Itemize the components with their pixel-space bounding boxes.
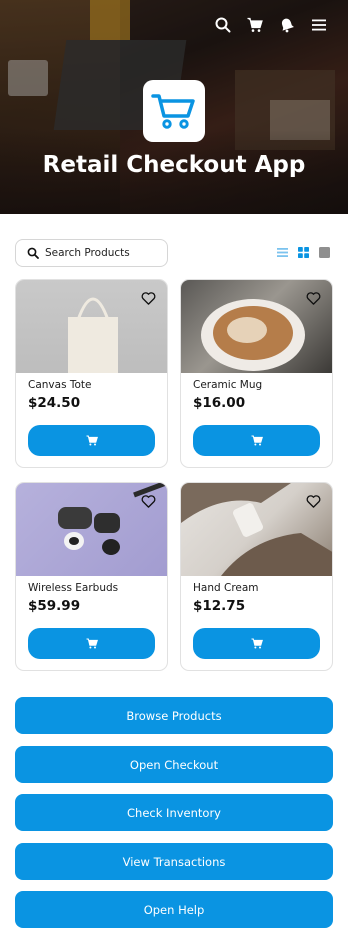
cart-icon xyxy=(251,435,263,446)
favorite-heart-icon[interactable] xyxy=(306,291,321,306)
cart-icon xyxy=(251,638,263,649)
menu-icon[interactable] xyxy=(310,14,328,36)
product-price: $12.75 xyxy=(193,598,246,614)
add-to-cart-button[interactable] xyxy=(28,628,155,659)
browse-products-button[interactable]: Browse Products xyxy=(15,697,333,734)
add-to-cart-button[interactable] xyxy=(193,628,320,659)
open-checkout-button[interactable]: Open Checkout xyxy=(15,746,333,783)
product-card[interactable]: Ceramic Mug $16.00 xyxy=(180,279,333,468)
single-view-icon[interactable] xyxy=(319,247,330,258)
hero-banner: Retail Checkout App xyxy=(0,0,348,214)
add-to-cart-button[interactable] xyxy=(193,425,320,456)
app-title: Retail Checkout App xyxy=(42,152,306,178)
app-logo xyxy=(143,80,205,142)
product-card[interactable]: Hand Cream $12.75 xyxy=(180,482,333,671)
cart-icon xyxy=(86,638,98,649)
add-to-cart-button[interactable] xyxy=(28,425,155,456)
search-icon[interactable] xyxy=(214,14,232,36)
favorite-heart-icon[interactable] xyxy=(141,291,156,306)
search-input[interactable] xyxy=(45,247,165,259)
cart-icon[interactable] xyxy=(246,14,264,36)
product-price: $24.50 xyxy=(28,395,81,411)
product-price: $16.00 xyxy=(193,395,246,411)
cart-logo-icon xyxy=(151,94,195,129)
search-box[interactable] xyxy=(15,239,168,267)
product-name: Canvas Tote xyxy=(28,379,92,391)
favorite-heart-icon[interactable] xyxy=(141,494,156,509)
list-view-icon[interactable] xyxy=(277,247,288,258)
notification-bell-icon[interactable] xyxy=(278,14,296,36)
product-card[interactable]: Canvas Tote $24.50 xyxy=(15,279,168,468)
top-toolbar xyxy=(214,14,328,36)
product-name: Wireless Earbuds xyxy=(28,582,119,594)
favorite-heart-icon[interactable] xyxy=(306,494,321,509)
search-icon xyxy=(27,247,39,259)
product-card[interactable]: Wireless Earbuds $59.99 xyxy=(15,482,168,671)
grid-view-icon[interactable] xyxy=(298,247,309,258)
open-help-button[interactable]: Open Help xyxy=(15,891,333,928)
product-name: Ceramic Mug xyxy=(193,379,263,391)
check-inventory-button[interactable]: Check Inventory xyxy=(15,794,333,831)
view-transactions-button[interactable]: View Transactions xyxy=(15,843,333,880)
product-name: Hand Cream xyxy=(193,582,259,594)
view-toggle xyxy=(277,247,330,258)
cart-icon xyxy=(86,435,98,446)
product-price: $59.99 xyxy=(28,598,81,614)
